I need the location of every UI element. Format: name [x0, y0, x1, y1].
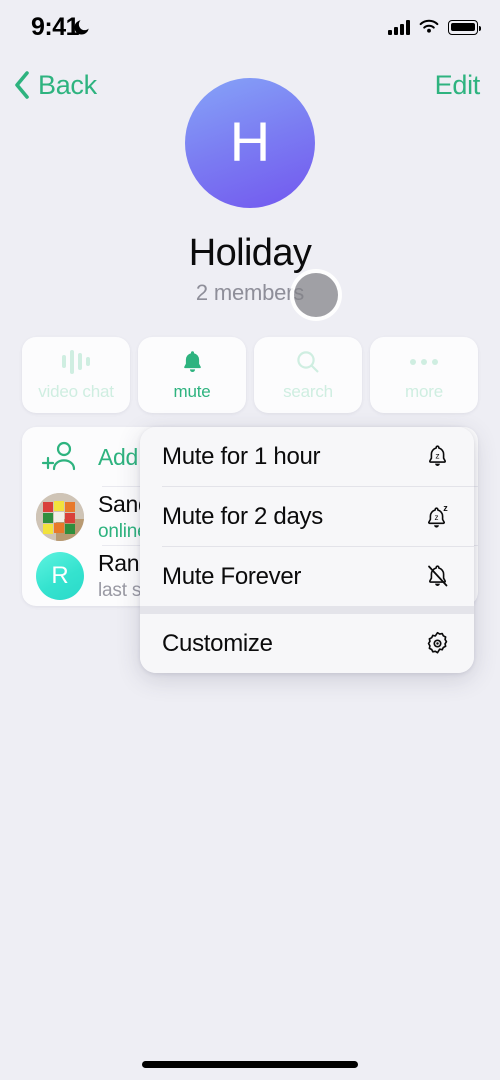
menu-group-separator: [140, 606, 474, 614]
page-title: Holiday: [188, 232, 312, 274]
group-avatar[interactable]: H: [185, 78, 315, 208]
wifi-icon: [419, 19, 439, 33]
mute-context-menu: Mute for 1 hour z Mute for 2 days z z Mu…: [140, 427, 474, 673]
menu-item-customize[interactable]: Customize: [140, 614, 474, 673]
menu-item-label: Mute Forever: [162, 562, 302, 590]
avatar: [36, 492, 84, 541]
action-button-row: video chat mute search more: [22, 337, 478, 413]
avatar: R: [36, 551, 84, 600]
search-label: search: [283, 381, 333, 401]
video-chat-label: video chat: [38, 381, 114, 401]
bell-slash-icon: [422, 562, 452, 592]
bell-snooze-z-icon: z z: [422, 502, 452, 532]
home-indicator: [142, 1061, 358, 1068]
mute-button[interactable]: mute: [138, 337, 246, 413]
status-bar: 9:41: [0, 0, 500, 56]
menu-group-mute-options: Mute for 1 hour z Mute for 2 days z z Mu…: [140, 427, 474, 606]
cellular-signal-icon: [388, 19, 410, 35]
video-chat-button[interactable]: video chat: [22, 337, 130, 413]
member-count-subtitle: 2 members: [195, 280, 305, 305]
svg-text:z: z: [434, 513, 438, 522]
menu-item-mute-forever[interactable]: Mute Forever: [140, 547, 474, 606]
search-button[interactable]: search: [254, 337, 362, 413]
chevron-left-icon: [15, 71, 29, 99]
person-plus-icon: [41, 441, 76, 471]
svg-text:z: z: [435, 450, 439, 460]
bell-icon: [180, 349, 205, 375]
bell-snooze-icon: z: [422, 442, 452, 472]
video-chat-waveform-icon: [62, 349, 90, 375]
more-button[interactable]: more: [370, 337, 478, 413]
back-label: Back: [38, 69, 97, 100]
avatar-initial-letter: R: [51, 561, 69, 589]
menu-item-mute-2-days[interactable]: Mute for 2 days z z: [140, 487, 474, 546]
mute-label: mute: [173, 381, 211, 401]
group-avatar-letter: H: [229, 110, 271, 173]
gear-icon: [422, 629, 452, 659]
menu-group-customize: Customize: [140, 614, 474, 673]
menu-item-mute-1-hour[interactable]: Mute for 1 hour z: [140, 427, 474, 486]
phone-screen: 9:41 Back Edit H Holiday 2 members video…: [0, 0, 500, 1080]
menu-item-label: Mute for 2 days: [162, 502, 323, 530]
menu-item-label: Mute for 1 hour: [162, 442, 321, 470]
back-button[interactable]: Back: [10, 68, 97, 102]
rubiks-cube-photo: [36, 492, 84, 541]
battery-full-icon: [448, 20, 481, 35]
status-icons: [388, 19, 481, 35]
touch-indicator: [294, 273, 338, 317]
more-label: more: [405, 381, 443, 401]
svg-text:z: z: [443, 503, 448, 513]
magnifier-icon: [295, 349, 321, 375]
ellipsis-icon: [410, 349, 438, 375]
moon-icon: [74, 20, 89, 35]
edit-button[interactable]: Edit: [435, 70, 481, 101]
menu-item-label: Customize: [162, 629, 273, 657]
